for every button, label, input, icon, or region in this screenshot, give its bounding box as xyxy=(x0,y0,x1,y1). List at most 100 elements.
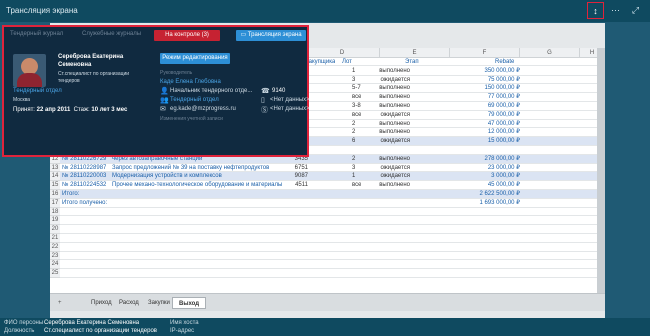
cell-a[interactable]: № 28110228987 xyxy=(62,164,106,173)
cell-e[interactable]: выполнено xyxy=(365,120,410,129)
cell-f[interactable]: 15 000,00 ₽ xyxy=(475,137,520,146)
cell-e[interactable]: выполнено xyxy=(365,155,410,164)
row-number[interactable]: 24 xyxy=(50,260,60,270)
table-row[interactable]: Итого получено: 1 693 000,00 ₽ xyxy=(60,199,605,208)
cell-d[interactable]: все xyxy=(352,181,361,190)
cell-c[interactable]: 4511 xyxy=(263,181,308,190)
tab-tender-journal[interactable]: Тендерный журнал xyxy=(10,31,63,37)
manager-dept-link[interactable]: Тендерный отдел xyxy=(170,97,219,103)
cell-d[interactable]: 5-7 xyxy=(352,84,361,93)
table-row[interactable]: № 28110228987 Запрос предложений № 39 на … xyxy=(60,164,605,173)
table-row[interactable]: Итого: 2 622 500,00 ₽ xyxy=(60,190,605,199)
table-row[interactable] xyxy=(60,269,605,278)
expand-icon[interactable]: ⤢ xyxy=(627,2,644,19)
cell-e[interactable]: ожидается xyxy=(365,111,410,120)
row-number[interactable]: 22 xyxy=(50,242,60,252)
column-header[interactable]: E xyxy=(380,48,450,58)
cell-b[interactable]: Прочее механо-технологическое оборудован… xyxy=(112,181,282,190)
cell-c[interactable]: 9087 xyxy=(263,172,308,181)
cell-e[interactable]: выполнено xyxy=(365,128,410,137)
cell-e[interactable]: ожидается xyxy=(365,172,410,181)
cell-f[interactable]: 75 000,00 ₽ xyxy=(475,76,520,85)
resize-icon[interactable]: ↕ xyxy=(587,2,604,19)
manager-name-link[interactable]: Каде Елена Глебовна xyxy=(160,79,221,85)
cell-f[interactable]: 23 000,00 ₽ xyxy=(475,164,520,173)
cell-d[interactable]: 3 xyxy=(352,164,355,173)
cell-d[interactable]: 2 xyxy=(352,120,355,129)
cell-e[interactable]: ожидается xyxy=(365,164,410,173)
cell-d[interactable]: 3-8 xyxy=(352,102,361,111)
row-number[interactable]: 15 xyxy=(50,181,60,190)
row-number[interactable]: 21 xyxy=(50,234,60,243)
table-row[interactable] xyxy=(60,252,605,261)
row-number[interactable]: 13 xyxy=(50,163,60,173)
table-row[interactable] xyxy=(60,234,605,243)
cell-e[interactable]: выполнено xyxy=(365,93,410,102)
cell-e[interactable]: выполнено xyxy=(365,84,410,93)
manager-label: Руководитель xyxy=(160,70,193,76)
manager-email[interactable]: eg.kade@mzprogress.ru xyxy=(170,106,236,112)
row-number[interactable]: 25 xyxy=(50,269,60,278)
cell-f[interactable]: 350 000,00 ₽ xyxy=(475,67,520,76)
cell-f[interactable]: 79 000,00 ₽ xyxy=(475,111,520,120)
table-row[interactable] xyxy=(60,225,605,234)
row-number[interactable]: 17 xyxy=(50,198,60,208)
cell-d[interactable]: 6 xyxy=(352,137,355,146)
cell-a[interactable]: Итого: xyxy=(62,190,79,199)
cell-b[interactable]: Модернизация устройств и комплексов xyxy=(112,172,222,181)
column-header[interactable]: G xyxy=(520,48,580,58)
cell-e[interactable]: выполнено xyxy=(365,67,410,76)
cell-f[interactable]: 45 000,00 ₽ xyxy=(475,181,520,190)
employee-dept-link[interactable]: Тендерный отдел xyxy=(13,88,62,94)
table-row[interactable] xyxy=(60,243,605,252)
broadcast-button[interactable]: ▭ Трансляция экрана xyxy=(236,30,306,41)
cell-d[interactable]: 3 xyxy=(352,76,355,85)
row-number[interactable]: 16 xyxy=(50,190,60,199)
cell-e[interactable]: выполнено xyxy=(365,181,410,190)
table-row[interactable]: № 28110224532 Прочее механо-технологическ… xyxy=(60,181,605,190)
cell-f[interactable]: 12 000,00 ₽ xyxy=(475,128,520,137)
tab-service-journals[interactable]: Служебные журналы xyxy=(82,31,141,37)
cell-f[interactable]: 2 622 500,00 ₽ xyxy=(475,190,520,199)
add-sheet-button[interactable]: + xyxy=(52,297,68,309)
row-number[interactable]: 14 xyxy=(50,172,60,182)
cell-a[interactable]: Итого получено: xyxy=(62,199,107,208)
cell-d[interactable]: все xyxy=(352,111,361,120)
row-number[interactable]: 18 xyxy=(50,207,60,217)
cell-f[interactable]: 3 000,00 ₽ xyxy=(475,172,520,181)
column-header[interactable]: D xyxy=(305,48,380,58)
cell-f[interactable]: 278 000,00 ₽ xyxy=(475,155,520,164)
cell-f[interactable]: 47 000,00 ₽ xyxy=(475,120,520,129)
cell-e[interactable]: выполнено xyxy=(365,102,410,111)
cell-d[interactable]: все xyxy=(352,93,361,102)
on-control-button[interactable]: На контроле (3) xyxy=(154,30,220,41)
cell-f[interactable]: 1 693 000,00 ₽ xyxy=(475,199,520,208)
cell-d[interactable]: 2 xyxy=(352,155,355,164)
cell-a[interactable]: № 28110220003 xyxy=(62,172,106,181)
table-row[interactable] xyxy=(60,216,605,226)
row-number[interactable]: 23 xyxy=(50,251,60,261)
cell-d[interactable]: 1 xyxy=(352,67,355,76)
cell-d[interactable]: 2 xyxy=(352,128,355,137)
row-number[interactable]: 19 xyxy=(50,216,60,226)
cell-b[interactable]: Запрос предложений № 39 на поставку нефт… xyxy=(112,164,269,173)
cell-c[interactable]: 6751 xyxy=(263,164,308,173)
cell-e[interactable]: ожидается xyxy=(365,137,410,146)
vertical-scrollbar[interactable] xyxy=(597,48,605,293)
cell-f[interactable]: 150 000,00 ₽ xyxy=(475,84,520,93)
cell-f[interactable]: 69 000,00 ₽ xyxy=(475,102,520,111)
table-row[interactable] xyxy=(60,208,605,217)
column-header[interactable]: F xyxy=(450,48,520,58)
table-row[interactable] xyxy=(60,260,605,270)
sheet-tab[interactable]: Выход xyxy=(172,297,207,309)
sheet-tab[interactable]: Закупки xyxy=(142,297,176,309)
table-row[interactable]: № 28110220003 Модернизация устройств и ко… xyxy=(60,172,605,182)
sheet-tab[interactable]: Расход xyxy=(113,297,145,309)
row-number[interactable]: 20 xyxy=(50,225,60,234)
cell-a[interactable]: № 28110224532 xyxy=(62,181,106,190)
cell-f[interactable]: 77 000,00 ₽ xyxy=(475,93,520,102)
edit-mode-button[interactable]: Режим редактирования xyxy=(160,53,230,64)
more-icon[interactable]: ⋯ xyxy=(607,2,624,19)
cell-d[interactable]: 1 xyxy=(352,172,355,181)
cell-e[interactable]: ожидается xyxy=(365,76,410,85)
